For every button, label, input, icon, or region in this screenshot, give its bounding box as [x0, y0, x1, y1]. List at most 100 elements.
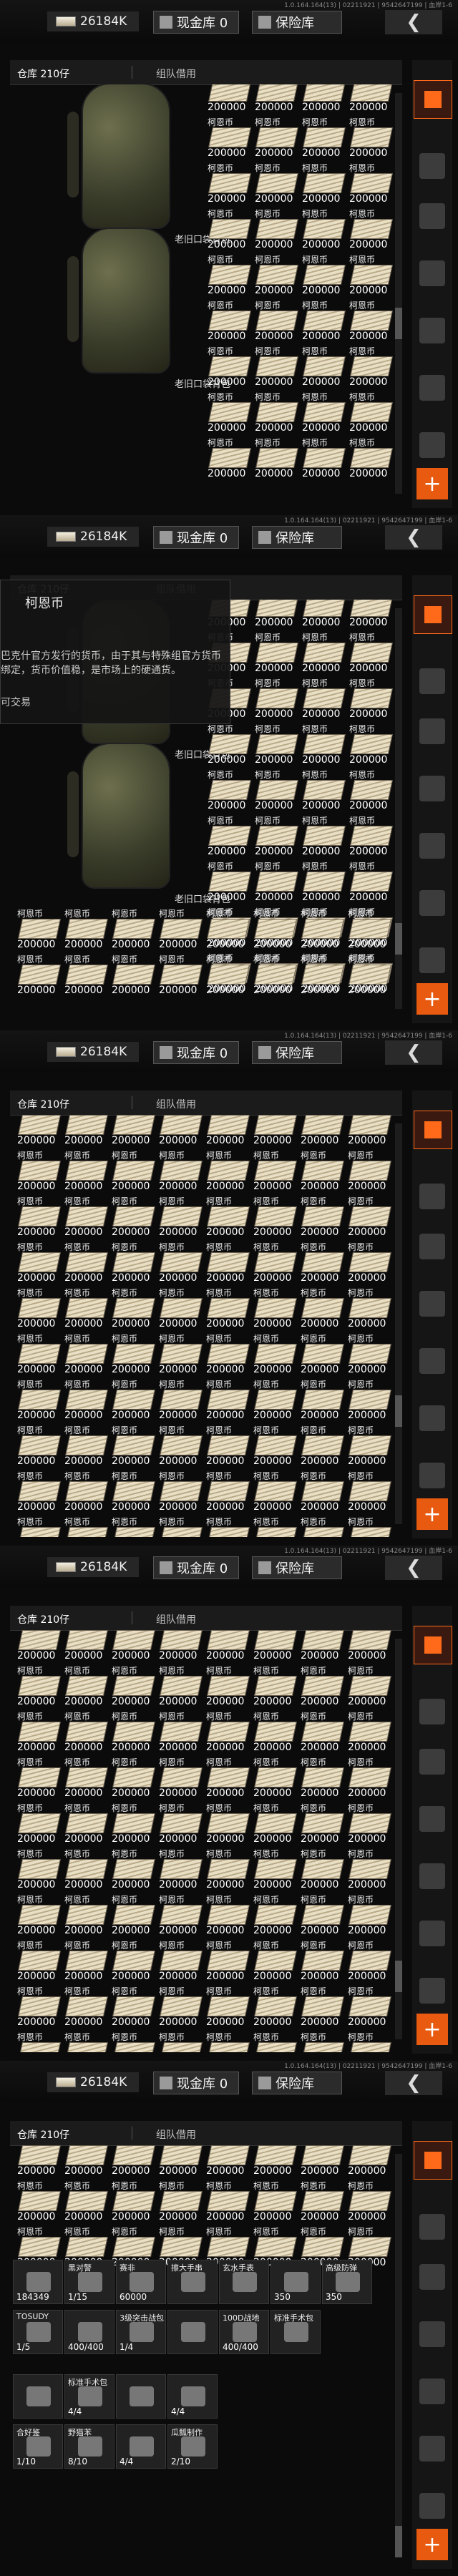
currency-cell[interactable]: 柯恩币200000	[155, 1516, 205, 1537]
currency-cell[interactable]: 200000	[60, 1115, 110, 1148]
currency-cell[interactable]: 柯恩币200000	[203, 299, 253, 343]
tab-warehouse[interactable]: 仓库 210仔	[17, 1097, 69, 1111]
currency-cell[interactable]: 柯恩币200000	[250, 723, 301, 767]
currency-cell[interactable]: 柯恩币200000	[344, 1378, 394, 1423]
currency-cell[interactable]: 柯恩币200000	[107, 1149, 157, 1194]
currency-cell[interactable]: 柯恩币200000	[296, 1756, 346, 1800]
currency-cell[interactable]: 柯恩币200000	[202, 953, 252, 997]
currency-cell[interactable]: 柯恩币200000	[250, 860, 301, 904]
currency-cell[interactable]: 柯恩币200000	[202, 2180, 252, 2224]
currency-cell[interactable]: 柯恩币200000	[344, 953, 394, 997]
tab-warehouse[interactable]: 仓库 210仔	[17, 67, 69, 81]
currency-cell[interactable]: 柯恩币200000	[250, 208, 301, 252]
currency-cell[interactable]: 柯恩币200000	[155, 953, 205, 997]
category-slot-icon[interactable]	[419, 1806, 445, 1832]
currency-cell[interactable]: 200000	[296, 2145, 346, 2178]
category-slot-icon[interactable]	[419, 153, 445, 179]
currency-cell[interactable]: 200000	[249, 1115, 299, 1148]
currency-cell[interactable]: 柯恩币200000	[13, 1195, 63, 1239]
currency-cell[interactable]: 柯恩币200000	[249, 1516, 299, 1537]
item-cell[interactable]: 184349	[13, 2260, 63, 2304]
currency-cell[interactable]: 柯恩币200000	[249, 1893, 299, 1938]
category-slot-icon[interactable]	[419, 1699, 445, 1724]
currency-cell[interactable]: 柯恩币200000	[107, 1893, 157, 1938]
currency-cell[interactable]: 柯恩币200000	[202, 1378, 252, 1423]
safe-vault-button[interactable]: 保险库	[252, 526, 342, 549]
currency-cell[interactable]: 柯恩币200000	[155, 1848, 205, 1892]
category-slot-icon[interactable]	[419, 203, 445, 229]
currency-cell[interactable]: 柯恩币200000	[296, 1939, 346, 1984]
currency-cell[interactable]: 柯恩币200000	[298, 116, 348, 160]
cash-vault-button[interactable]: 现金库 0	[153, 1041, 239, 1064]
currency-cell[interactable]: 柯恩币200000	[155, 1332, 205, 1377]
currency-cell[interactable]: 柯恩币200000	[203, 253, 253, 298]
tab-team-borrow[interactable]: 组队借用	[156, 1097, 196, 1111]
currency-cell[interactable]: 柯恩币200000	[345, 814, 394, 859]
currency-cell[interactable]: 柯恩币200000	[250, 436, 301, 481]
currency-cell[interactable]: 柯恩币200000	[60, 1756, 110, 1800]
currency-cell[interactable]: 200000	[298, 600, 348, 630]
tab-warehouse[interactable]: 仓库 210仔	[17, 2127, 69, 2142]
backpack-item[interactable]: 老旧口袋背包	[53, 736, 230, 907]
currency-cell[interactable]: 柯恩币200000	[203, 162, 253, 206]
currency-cell[interactable]: 柯恩币200000	[13, 1287, 63, 1331]
item-cell[interactable]: 350	[271, 2260, 321, 2304]
currency-cell[interactable]: 柯恩币200000	[202, 1424, 252, 1468]
currency-cell[interactable]: 柯恩币200000	[203, 436, 253, 481]
category-slot-icon[interactable]	[419, 1978, 445, 2004]
currency-cell[interactable]: 柯恩币200000	[13, 1470, 63, 1514]
category-slot-icon[interactable]	[419, 260, 445, 286]
item-cell[interactable]: 4/4	[116, 2424, 166, 2469]
category-selected[interactable]	[414, 2141, 452, 2180]
currency-cell[interactable]: 柯恩币200000	[344, 1939, 394, 1984]
category-slot-icon[interactable]	[419, 2436, 445, 2462]
currency-cell[interactable]: 柯恩币200000	[107, 1332, 157, 1377]
add-button[interactable]: +	[416, 983, 448, 1015]
category-selected[interactable]	[414, 595, 452, 634]
safe-vault-button[interactable]: 保险库	[252, 2072, 342, 2094]
currency-cell[interactable]: 柯恩币200000	[249, 1802, 299, 1846]
add-button[interactable]: +	[416, 2014, 448, 2045]
currency-cell[interactable]: 柯恩币200000	[298, 860, 348, 904]
currency-cell[interactable]: 柯恩币200000	[107, 907, 157, 952]
currency-cell[interactable]: 柯恩币200000	[345, 677, 394, 721]
category-slot-icon[interactable]	[419, 318, 445, 343]
currency-cell[interactable]: 柯恩币200000	[298, 436, 348, 481]
back-button[interactable]: ❮	[385, 10, 442, 34]
cash-vault-button[interactable]: 现金库 0	[153, 1556, 239, 1579]
currency-cell[interactable]: 柯恩币200000	[202, 1939, 252, 1984]
currency-cell[interactable]: 柯恩币200000	[344, 1332, 394, 1377]
currency-cell[interactable]: 柯恩币200000	[107, 2031, 157, 2052]
currency-cell[interactable]: 柯恩币200000	[344, 2031, 394, 2052]
currency-cell[interactable]: 柯恩币200000	[13, 1241, 63, 1285]
currency-cell[interactable]: 200000	[13, 2145, 63, 2178]
currency-cell[interactable]: 柯恩币200000	[249, 953, 299, 997]
category-slot-icon[interactable]	[419, 1348, 445, 1374]
currency-cell[interactable]: 柯恩币200000	[344, 1470, 394, 1514]
item-cell[interactable]: 瓜瓢制作 2/10	[167, 2424, 218, 2469]
item-cell[interactable]	[167, 2310, 218, 2354]
item-cell[interactable]: 100D战地 400/400	[219, 2310, 269, 2354]
currency-cell[interactable]: 柯恩币200000	[344, 1710, 394, 1755]
item-cell[interactable]	[116, 2374, 166, 2419]
currency-cell[interactable]: 200000	[344, 2145, 394, 2178]
currency-cell[interactable]: 柯恩币200000	[344, 907, 394, 952]
currency-cell[interactable]: 柯恩币200000	[296, 1149, 346, 1194]
currency-cell[interactable]: 柯恩币200000	[344, 1893, 394, 1938]
currency-cell[interactable]: 柯恩币200000	[107, 953, 157, 997]
currency-cell[interactable]: 柯恩币200000	[345, 723, 394, 767]
currency-cell[interactable]: 柯恩币200000	[202, 1516, 252, 1537]
currency-cell[interactable]: 柯恩币200000	[13, 1893, 63, 1938]
currency-cell[interactable]: 柯恩币200000	[202, 1241, 252, 1285]
add-button[interactable]: +	[416, 1498, 448, 1530]
category-slot-icon[interactable]	[419, 776, 445, 801]
currency-cell[interactable]: 柯恩币200000	[249, 1195, 299, 1239]
tab-team-borrow[interactable]: 组队借用	[156, 2127, 196, 2142]
currency-cell[interactable]: 柯恩币200000	[202, 1332, 252, 1377]
currency-cell[interactable]: 柯恩币200000	[203, 814, 253, 859]
currency-cell[interactable]: 柯恩币200000	[296, 1332, 346, 1377]
currency-cell[interactable]: 柯恩币200000	[296, 1893, 346, 1938]
currency-cell[interactable]: 柯恩币200000	[13, 1332, 63, 1377]
scroll-thumb[interactable]	[395, 2526, 402, 2557]
currency-cell[interactable]: 柯恩币200000	[60, 1516, 110, 1537]
